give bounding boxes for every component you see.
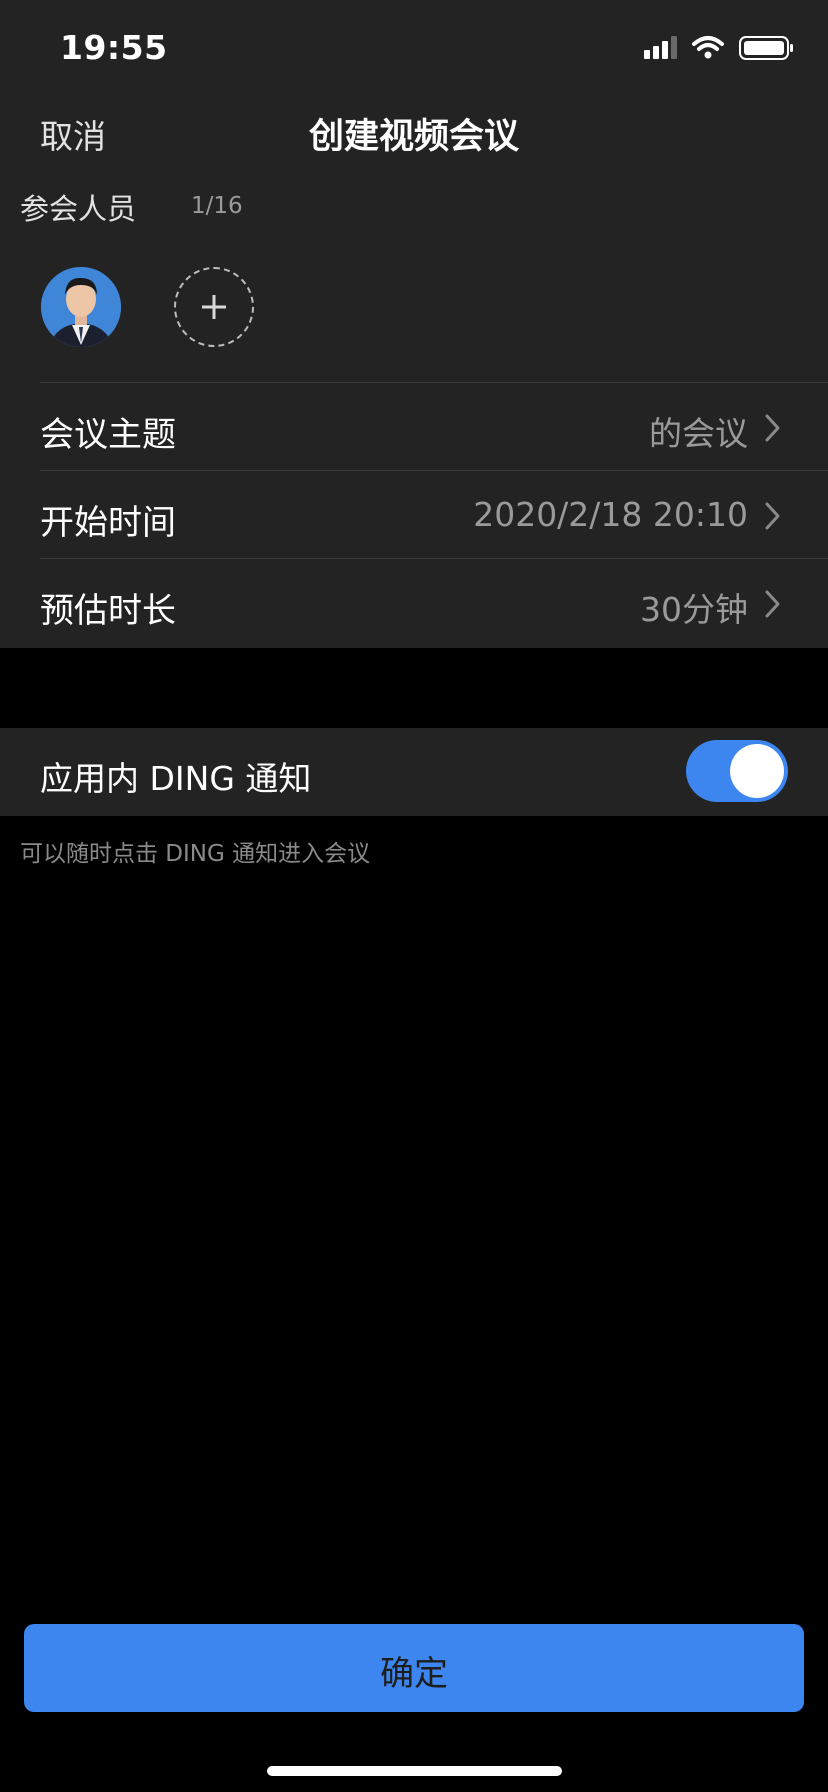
toggle-knob (730, 744, 784, 798)
start-time-value: 2020/2/18 20:10 (473, 495, 748, 534)
meeting-topic-value: 的会议 (649, 414, 748, 453)
ding-notification-toggle[interactable] (686, 740, 788, 802)
avatar-portrait (41, 267, 121, 347)
plus-icon (202, 295, 226, 319)
chevron-right-icon (765, 590, 780, 618)
duration-value: 30分钟 (640, 590, 748, 629)
ding-notification-label: 应用内 DING 通知 (40, 759, 312, 798)
chevron-right-icon (765, 502, 780, 530)
participants-label: 参会人员 (20, 192, 137, 226)
status-icons (644, 34, 794, 64)
confirm-button-label: 确定 (380, 1654, 448, 1694)
start-time-label: 开始时间 (40, 503, 176, 543)
battery-icon (739, 36, 793, 60)
confirm-button[interactable]: 确定 (24, 1624, 804, 1712)
start-time-row[interactable]: 开始时间 2020/2/18 20:10 (40, 471, 828, 559)
meeting-topic-label: 会议主题 (40, 415, 176, 455)
home-indicator (267, 1766, 562, 1776)
duration-row[interactable]: 预估时长 30分钟 (40, 559, 828, 647)
add-participant-button[interactable] (174, 267, 254, 347)
participant-avatar[interactable] (41, 267, 121, 347)
wifi-icon (692, 36, 724, 59)
ding-notification-hint: 可以随时点击 DING 通知进入会议 (20, 841, 371, 867)
page-title: 创建视频会议 (308, 117, 519, 157)
signal-icon (644, 36, 793, 60)
status-bar: 19:55 (0, 0, 828, 96)
nav-bar: 取消 创建视频会议 (0, 96, 828, 168)
participants-count: 1/16 (191, 193, 243, 219)
chevron-right-icon (765, 414, 780, 442)
meeting-topic-row[interactable]: 会议主题 的会议 (40, 383, 828, 471)
status-time: 19:55 (60, 28, 168, 67)
duration-label: 预估时长 (40, 591, 176, 631)
ding-notification-row: 应用内 DING 通知 (0, 728, 828, 816)
